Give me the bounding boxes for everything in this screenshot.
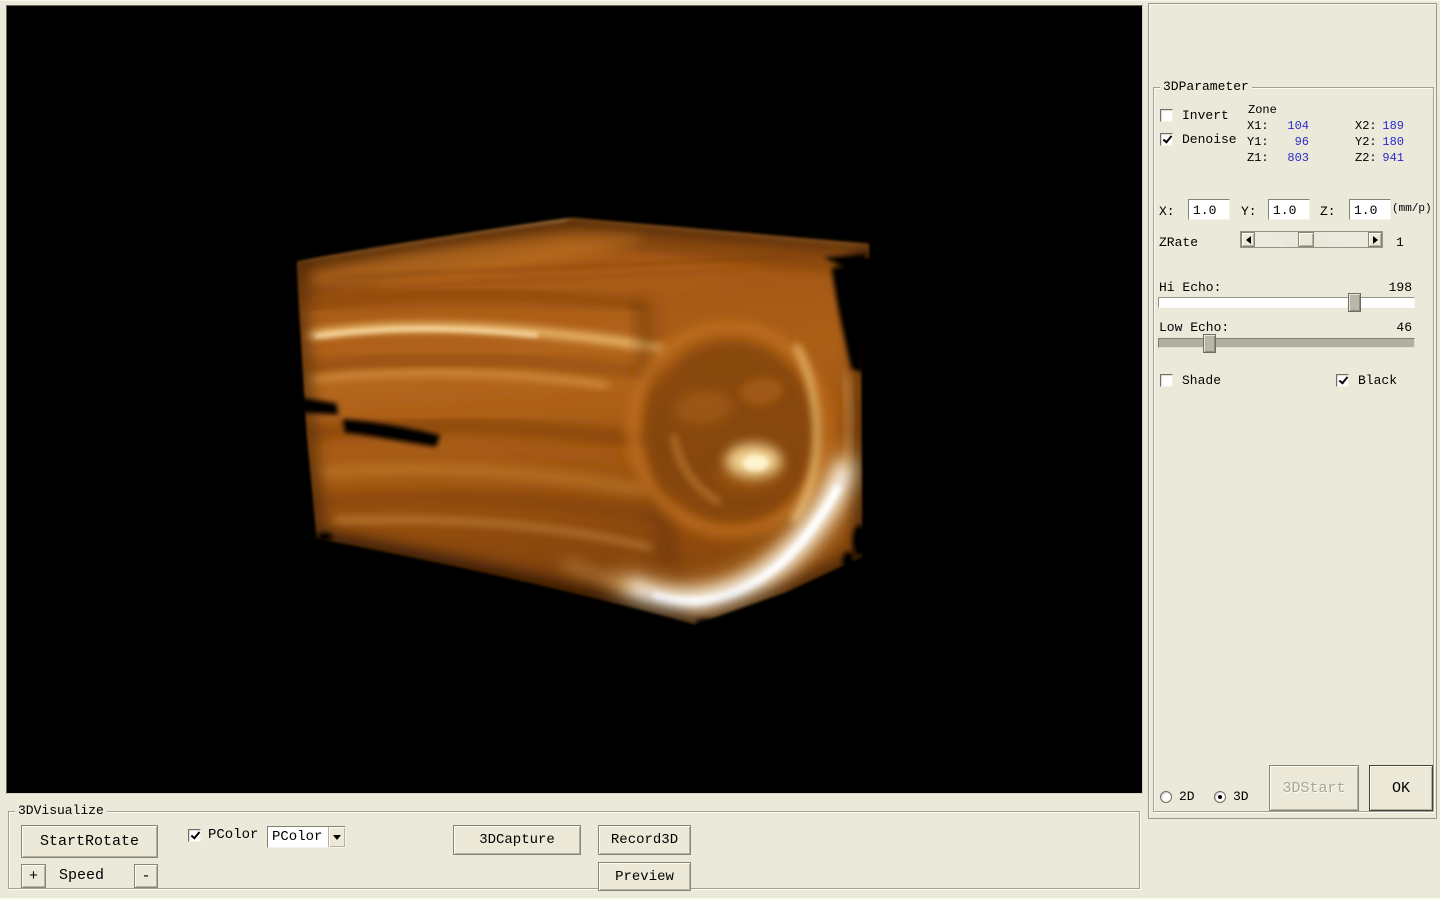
zone-z1-label: Z1: [1247, 151, 1269, 166]
left-arrow-icon [1242, 236, 1251, 244]
app-window: 3DParameter Invert Denoise Zone X1: 104 … [0, 0, 1440, 900]
speed-minus-button[interactable]: - [134, 864, 158, 888]
invert-checkbox[interactable] [1160, 109, 1173, 122]
pcolor-dropdown-value: PColor [268, 829, 328, 845]
parameter-title: 3DParameter [1160, 80, 1252, 94]
x-scale-input[interactable] [1188, 199, 1230, 220]
zrate-scrollbar[interactable] [1240, 231, 1383, 248]
dropdown-arrow-icon [333, 835, 341, 844]
zone-x1-label: X1: [1247, 119, 1269, 134]
3dcapture-button[interactable]: 3DCapture [453, 825, 581, 855]
zone-label: Zone [1248, 103, 1277, 118]
ok-button[interactable]: OK [1369, 765, 1433, 811]
visualize-title: 3DVisualize [15, 804, 107, 818]
y-scale-label: Y: [1241, 204, 1257, 219]
ultrasound-volume-render [7, 6, 1142, 793]
low-echo-slider[interactable] [1158, 338, 1415, 348]
low-echo-value: 46 [1352, 320, 1412, 335]
3dstart-button[interactable]: 3DStart [1269, 765, 1359, 811]
start-rotate-button[interactable]: StartRotate [21, 825, 158, 858]
right-arrow-icon [1373, 236, 1382, 244]
low-echo-thumb[interactable] [1203, 334, 1216, 353]
y-scale-input[interactable] [1268, 199, 1310, 220]
denoise-checkbox[interactable] [1160, 133, 1173, 146]
preview-button[interactable]: Preview [598, 862, 691, 891]
zone-y1-value: 96 [1267, 135, 1309, 150]
low-echo-label: Low Echo: [1159, 320, 1229, 335]
zone-z2-value: 941 [1362, 151, 1404, 166]
zone-y1-label: Y1: [1247, 135, 1269, 150]
zrate-left-arrow-button[interactable] [1241, 232, 1255, 247]
mode-2d-radio[interactable] [1160, 791, 1172, 803]
zrate-value: 1 [1396, 235, 1404, 250]
parameter-groupbox: 3DParameter Invert Denoise Zone X1: 104 … [1153, 87, 1434, 812]
denoise-label: Denoise [1182, 132, 1237, 147]
shade-checkbox[interactable] [1160, 374, 1173, 387]
speed-plus-button[interactable]: + [21, 864, 46, 888]
hi-echo-value: 198 [1352, 280, 1412, 295]
speed-label: Speed [59, 868, 104, 883]
3d-viewport[interactable] [6, 5, 1143, 794]
z-scale-input[interactable] [1349, 199, 1391, 220]
x-scale-label: X: [1159, 204, 1175, 219]
zrate-track[interactable] [1255, 232, 1368, 247]
zone-x1-value: 104 [1267, 119, 1309, 134]
zone-z1-value: 803 [1267, 151, 1309, 166]
mode-3d-radio[interactable] [1214, 791, 1226, 803]
parameter-side-panel: 3DParameter Invert Denoise Zone X1: 104 … [1148, 3, 1437, 819]
black-checkbox[interactable] [1336, 374, 1349, 387]
visualize-groupbox: 3DVisualize StartRotate + Speed - PColor… [8, 811, 1140, 889]
zone-x2-value: 189 [1362, 119, 1404, 134]
z-scale-label: Z: [1320, 204, 1336, 219]
zrate-thumb[interactable] [1298, 232, 1314, 247]
hi-echo-label: Hi Echo: [1159, 280, 1221, 295]
shade-label: Shade [1182, 373, 1221, 388]
pcolor-checkbox[interactable] [188, 829, 201, 842]
zrate-right-arrow-button[interactable] [1368, 232, 1382, 247]
mode-2d-label: 2D [1179, 789, 1195, 804]
mode-3d-label: 3D [1233, 789, 1249, 804]
hi-echo-slider[interactable] [1158, 297, 1415, 308]
record3d-button[interactable]: Record3D [598, 825, 691, 855]
invert-label: Invert [1182, 108, 1229, 123]
zrate-label: ZRate [1159, 235, 1198, 250]
hi-echo-thumb[interactable] [1348, 293, 1361, 312]
zone-y2-value: 180 [1362, 135, 1404, 150]
pcolor-checkbox-label: PColor [208, 828, 258, 843]
pcolor-dropdown-button[interactable] [328, 827, 345, 847]
pcolor-dropdown[interactable]: PColor [267, 826, 346, 848]
black-label: Black [1358, 373, 1397, 388]
scale-unit-label: (mm/p) [1392, 202, 1432, 217]
